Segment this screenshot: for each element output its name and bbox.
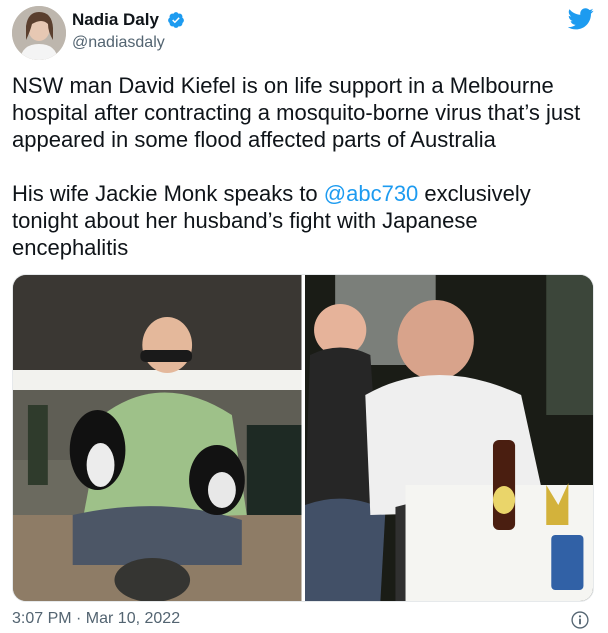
- tweet-header: Nadia Daly @nadiasdaly: [12, 6, 596, 62]
- info-icon[interactable]: [570, 610, 590, 630]
- tweet-text-segment: His wife Jackie Monk speaks to: [12, 181, 324, 206]
- tweet-paragraph: NSW man David Kiefel is on life support …: [12, 73, 581, 152]
- verified-badge-icon: [168, 12, 185, 28]
- timestamp[interactable]: 3:07 PM · Mar 10, 2022: [12, 610, 180, 627]
- tweet-footer: 3:07 PM · Mar 10, 2022: [12, 610, 596, 632]
- author-handle[interactable]: @nadiasdaly: [72, 34, 185, 52]
- avatar[interactable]: [12, 6, 66, 60]
- twitter-bird-icon[interactable]: [568, 8, 594, 30]
- tweet-paragraph: His wife Jackie Monk speaks to @abc730 e…: [12, 180, 596, 261]
- mention-link[interactable]: @abc730: [324, 181, 419, 206]
- author-info: Nadia Daly @nadiasdaly: [72, 10, 185, 52]
- tweet-card: Nadia Daly @nadiasdaly NSW man David Kie…: [0, 0, 608, 633]
- tweet-text: NSW man David Kiefel is on life support …: [12, 72, 596, 261]
- photo-man-with-dogs[interactable]: [13, 275, 302, 601]
- author-display-name[interactable]: Nadia Daly: [72, 10, 159, 30]
- photo-couple-at-table[interactable]: [304, 275, 593, 601]
- tweet-media: [12, 274, 594, 602]
